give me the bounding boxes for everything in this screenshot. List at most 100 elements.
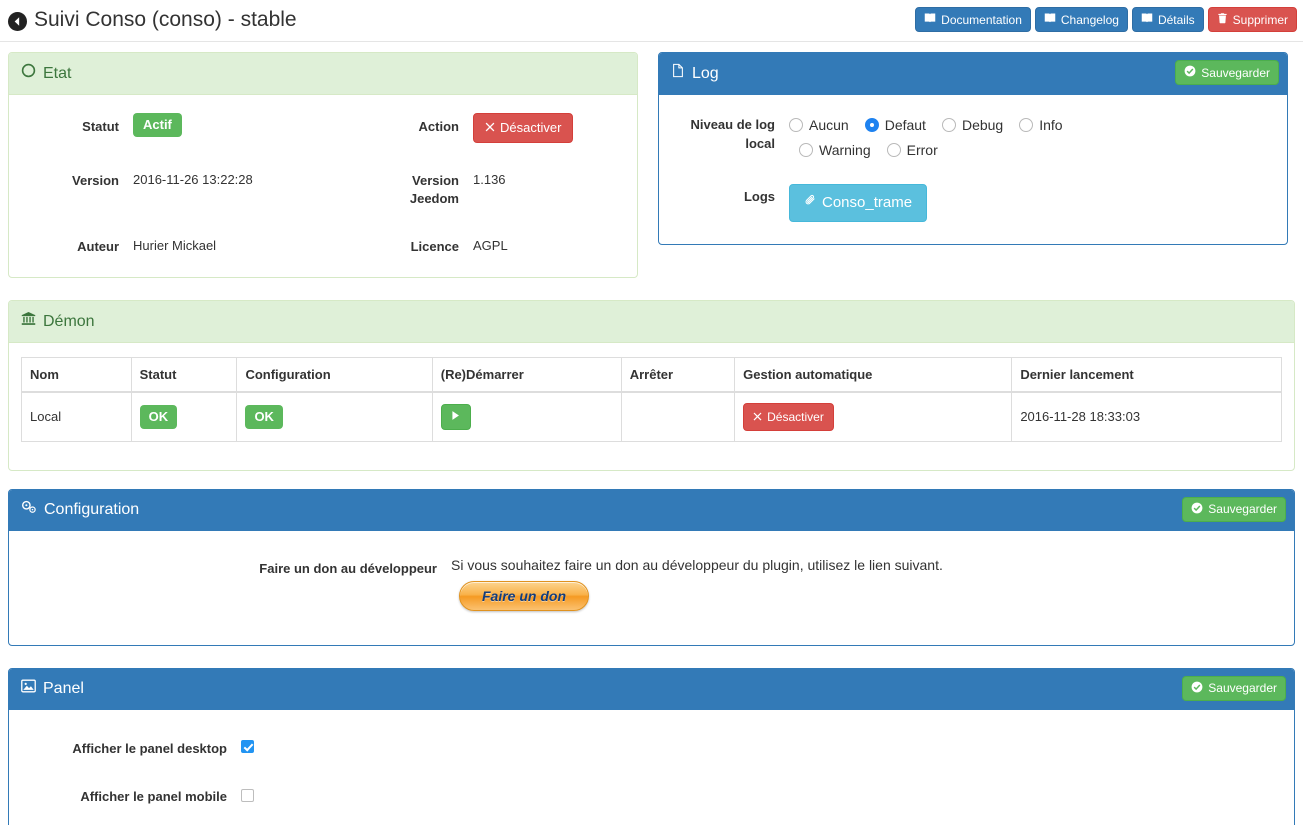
panel-panel-title: Panel bbox=[21, 679, 84, 699]
configuration-panel-heading: Configuration Sauvegarder bbox=[9, 489, 1294, 531]
radio-aucun[interactable]: Aucun bbox=[789, 117, 849, 133]
etat-panel-body: Statut Actif Action Désactiver Version 2… bbox=[9, 95, 637, 277]
arrow-circle-left-icon[interactable] bbox=[8, 11, 27, 31]
log-panel-title-text: Log bbox=[692, 64, 719, 82]
conso-trame-log-label: Conso_trame bbox=[822, 194, 913, 211]
label-auteur: Auteur bbox=[77, 239, 119, 255]
radio-error[interactable]: Error bbox=[886, 142, 938, 158]
top-row: Etat Statut Actif Action Désactiver Vers… bbox=[8, 42, 1295, 279]
desactiver-plugin-label: Désactiver bbox=[500, 120, 562, 135]
demon-panel-heading: Démon bbox=[9, 301, 1294, 344]
cell-nom: Local bbox=[21, 391, 132, 442]
radio-warning-input[interactable] bbox=[799, 143, 813, 157]
don-description: Si vous souhaitez faire un don au dévelo… bbox=[451, 556, 943, 573]
label-statut: Statut bbox=[82, 119, 119, 134]
don-row: Faire un don au développeur Si vous souh… bbox=[21, 551, 1282, 611]
cogs-icon bbox=[21, 500, 37, 520]
demon-panel-body: Nom Statut Configuration (Re)Démarrer Ar… bbox=[9, 343, 1294, 470]
radio-error-input[interactable] bbox=[886, 143, 901, 157]
documentation-button[interactable]: Documentation bbox=[915, 7, 1031, 33]
radio-info-input[interactable] bbox=[1019, 118, 1034, 132]
details-button-label: Détails bbox=[1157, 12, 1195, 27]
changelog-button[interactable]: Changelog bbox=[1034, 7, 1128, 33]
details-button[interactable]: Détails bbox=[1131, 7, 1204, 33]
radio-info[interactable]: Info bbox=[1019, 117, 1063, 133]
panel-panel: Panel Sauvegarder Afficher le panel desk… bbox=[8, 667, 1295, 825]
label-action: Action bbox=[418, 119, 459, 134]
col-nom: Nom bbox=[21, 357, 132, 394]
panel-panel-body: Afficher le panel desktop Afficher le pa… bbox=[9, 710, 1294, 825]
page-header: Suivi Conso (conso) - stable Documentati… bbox=[0, 0, 1303, 42]
value-version: 2016-11-26 13:22:28 bbox=[133, 171, 253, 187]
panel-options-grid: Afficher le panel desktop Afficher le pa… bbox=[21, 732, 1282, 808]
radio-debug-input[interactable] bbox=[941, 118, 956, 132]
panel-panel-title-text: Panel bbox=[43, 679, 84, 697]
book-icon bbox=[1141, 12, 1153, 27]
documentation-button-label: Documentation bbox=[941, 12, 1022, 27]
times-icon bbox=[485, 120, 495, 136]
value-auteur: Hurier Mickael bbox=[133, 238, 217, 254]
label-faire-un-don: Faire un don au développeur bbox=[259, 560, 437, 576]
col-statut: Statut bbox=[131, 357, 238, 394]
col-gestion-automatique: Gestion automatique bbox=[734, 357, 1013, 394]
desactiver-gestion-auto-button[interactable]: Désactiver bbox=[743, 402, 834, 432]
log-save-label: Sauvegarder bbox=[1201, 65, 1270, 80]
log-grid: Niveau de log local Aucun Defaut Debug I… bbox=[671, 111, 1275, 222]
log-panel-body: Niveau de log local Aucun Defaut Debug I… bbox=[659, 95, 1287, 244]
log-panel-title: Log bbox=[671, 63, 719, 84]
statut-ok-badge: OK bbox=[139, 404, 178, 429]
log-panel: Log Sauvegarder Niveau de log local Aucu… bbox=[658, 52, 1288, 245]
radio-defaut[interactable]: Defaut bbox=[864, 117, 926, 133]
faire-un-don-label: Faire un don bbox=[482, 587, 566, 604]
radio-defaut-input[interactable] bbox=[864, 118, 879, 132]
desactiver-plugin-button[interactable]: Désactiver bbox=[473, 113, 574, 143]
restart-daemon-button[interactable] bbox=[440, 403, 471, 430]
cell-statut: OK bbox=[131, 391, 238, 442]
trash-icon bbox=[1217, 12, 1228, 27]
label-panel-mobile: Afficher le panel mobile bbox=[80, 789, 227, 805]
radio-error-label: Error bbox=[906, 142, 938, 158]
etat-panel-heading: Etat bbox=[9, 53, 637, 95]
panel-save-button[interactable]: Sauvegarder bbox=[1182, 675, 1286, 702]
table-row: Local OK OK Désactiver 2016-11-28 18:33:… bbox=[21, 391, 1282, 442]
check-circle-icon bbox=[1191, 502, 1203, 517]
conso-trame-log-button[interactable]: Conso_trame bbox=[789, 184, 928, 222]
faire-un-don-button[interactable]: Faire un don bbox=[459, 580, 589, 611]
configuration-panel-title: Configuration bbox=[21, 500, 139, 520]
checkbox-panel-mobile[interactable] bbox=[241, 788, 254, 802]
cell-configuration: OK bbox=[236, 391, 433, 442]
log-panel-heading: Log Sauvegarder bbox=[659, 53, 1287, 95]
university-icon bbox=[21, 311, 36, 332]
radio-warning[interactable]: Warning bbox=[799, 142, 871, 158]
label-niveau-log: Niveau de log local bbox=[690, 117, 775, 151]
value-licence: AGPL bbox=[473, 238, 508, 254]
demon-panel-title: Démon bbox=[21, 311, 95, 332]
col-dernier-lancement: Dernier lancement bbox=[1011, 357, 1282, 394]
col-redemarrer: (Re)Démarrer bbox=[432, 357, 622, 394]
radio-aucun-input[interactable] bbox=[789, 118, 803, 132]
header-actions: Documentation Changelog Détails Supprime… bbox=[915, 7, 1297, 33]
cell-redemarrer bbox=[432, 391, 622, 442]
radio-aucun-label: Aucun bbox=[809, 117, 849, 133]
check-circle-icon bbox=[1184, 65, 1196, 80]
field-logs: Conso_trame bbox=[789, 178, 1275, 222]
circle-o-icon bbox=[21, 63, 36, 84]
field-panel-desktop bbox=[241, 738, 1282, 759]
panel-panel-heading: Panel Sauvegarder bbox=[9, 668, 1294, 710]
col-configuration: Configuration bbox=[236, 357, 433, 394]
cell-arreter bbox=[621, 391, 736, 442]
configuration-save-button[interactable]: Sauvegarder bbox=[1182, 496, 1286, 523]
demon-table: Nom Statut Configuration (Re)Démarrer Ar… bbox=[21, 357, 1282, 442]
configuration-panel: Configuration Sauvegarder Faire un don a… bbox=[8, 488, 1295, 646]
checkbox-panel-desktop[interactable] bbox=[241, 739, 254, 753]
play-icon bbox=[450, 409, 461, 424]
radio-defaut-label: Defaut bbox=[884, 117, 926, 133]
col-arreter: Arrêter bbox=[621, 357, 736, 394]
radio-debug[interactable]: Debug bbox=[941, 117, 1003, 133]
label-panel-desktop: Afficher le panel desktop bbox=[72, 740, 227, 756]
don-body: Si vous souhaitez faire un don au dévelo… bbox=[451, 551, 943, 611]
log-save-button[interactable]: Sauvegarder bbox=[1175, 60, 1279, 86]
supprimer-button[interactable]: Supprimer bbox=[1207, 7, 1297, 33]
label-logs: Logs bbox=[743, 189, 775, 204]
etat-grid: Statut Actif Action Désactiver Version 2… bbox=[21, 111, 625, 257]
